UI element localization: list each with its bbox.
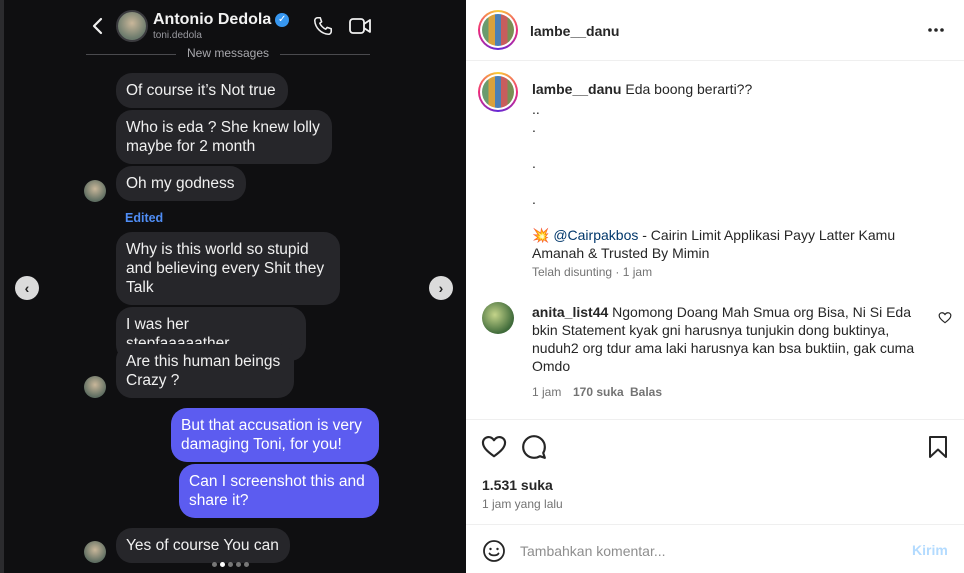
caption-dots: . (532, 119, 536, 135)
carousel-dot (228, 562, 233, 567)
phone-icon (313, 16, 333, 36)
contact-mini-avatar (84, 541, 106, 563)
comment-time: 1 jam (532, 385, 562, 399)
carousel-dot (212, 562, 217, 567)
caption-dots: .. (532, 101, 540, 117)
message-bubble-outgoing: But that accusation is very damaging Ton… (171, 408, 379, 462)
caption-meta: Telah disunting · 1 jam (532, 265, 653, 279)
caption-dots: . (532, 155, 536, 171)
contact-avatar (116, 10, 148, 42)
post-actions: 1.531 suka 1 jam yang lalu (466, 419, 964, 524)
commenter-avatar[interactable] (482, 302, 514, 334)
new-messages-divider: New messages (86, 46, 370, 62)
comment-like-icon[interactable] (938, 311, 952, 325)
carousel-prev-button[interactable]: ‹ (15, 276, 39, 300)
post-details-panel: lambe__danu lambe__danu Eda boong berart… (466, 0, 964, 573)
carousel-dot (236, 562, 241, 567)
reply-button[interactable]: Balas (630, 385, 662, 399)
caption-author-avatar[interactable] (478, 72, 518, 112)
message-bubble: Who is eda ? She knew lolly maybe for 2 … (116, 110, 332, 164)
message-bubble: Why is this world so stupid and believin… (116, 232, 340, 305)
more-options-icon[interactable] (926, 22, 946, 38)
carousel-next-button[interactable]: › (429, 276, 453, 300)
contact-mini-avatar (84, 180, 106, 202)
comment-icon[interactable] (521, 434, 547, 460)
caption-text: Eda boong berarti?? (625, 81, 753, 97)
heart-icon[interactable] (481, 434, 507, 460)
caption-dots: . (532, 191, 536, 207)
post-caption: lambe__danu Eda boong berarti?? .. . . .… (532, 80, 932, 262)
promo-emoji: 💥 (532, 227, 550, 243)
video-call-icon (349, 18, 371, 34)
comment-likes[interactable]: 170 suka (573, 385, 624, 399)
author-username[interactable]: lambe__danu (530, 23, 619, 39)
verified-badge-icon: ✓ (275, 13, 290, 27)
contact-mini-avatar (84, 376, 106, 398)
bookmark-icon[interactable] (926, 434, 950, 460)
message-bubble: Are this human beings Crazy ? (116, 344, 294, 398)
comment-input[interactable] (520, 538, 900, 564)
mention-link[interactable]: @Cairpakbos (553, 227, 638, 243)
post-timestamp: 1 jam yang lalu (482, 497, 563, 511)
carousel-dot-active (220, 562, 225, 567)
message-bubble: Yes of course You can (116, 528, 290, 563)
contact-name: Antonio Dedola (153, 11, 272, 28)
message-bubble: Of course it’s Not true (116, 73, 288, 108)
message-bubble-outgoing: Can I screenshot this and share it? (179, 464, 379, 518)
caption-author[interactable]: lambe__danu (532, 81, 621, 97)
emoji-icon[interactable] (482, 539, 506, 563)
likes-count[interactable]: 1.531 suka (482, 477, 553, 493)
comment: anita_list44 Ngomong Doang Mah Smua org … (532, 303, 932, 375)
post-comment-button[interactable]: Kirim (912, 542, 948, 558)
author-avatar[interactable] (478, 10, 518, 50)
message-bubble: Oh my godness (116, 166, 246, 201)
post-media: Antonio Dedola ✓ toni.dedola New messages… (0, 0, 466, 573)
edited-label: Edited (125, 211, 164, 225)
post-header: lambe__danu (466, 0, 964, 61)
carousel-dot (244, 562, 249, 567)
chat-header: Antonio Dedola ✓ toni.dedola (80, 8, 380, 48)
comment-author[interactable]: anita_list44 (532, 304, 608, 320)
chevron-left-icon (92, 17, 103, 35)
media-edge (0, 0, 4, 573)
add-comment-bar: Kirim (466, 524, 964, 573)
contact-username: toni.dedola (153, 30, 202, 41)
carousel-indicator (212, 554, 262, 567)
